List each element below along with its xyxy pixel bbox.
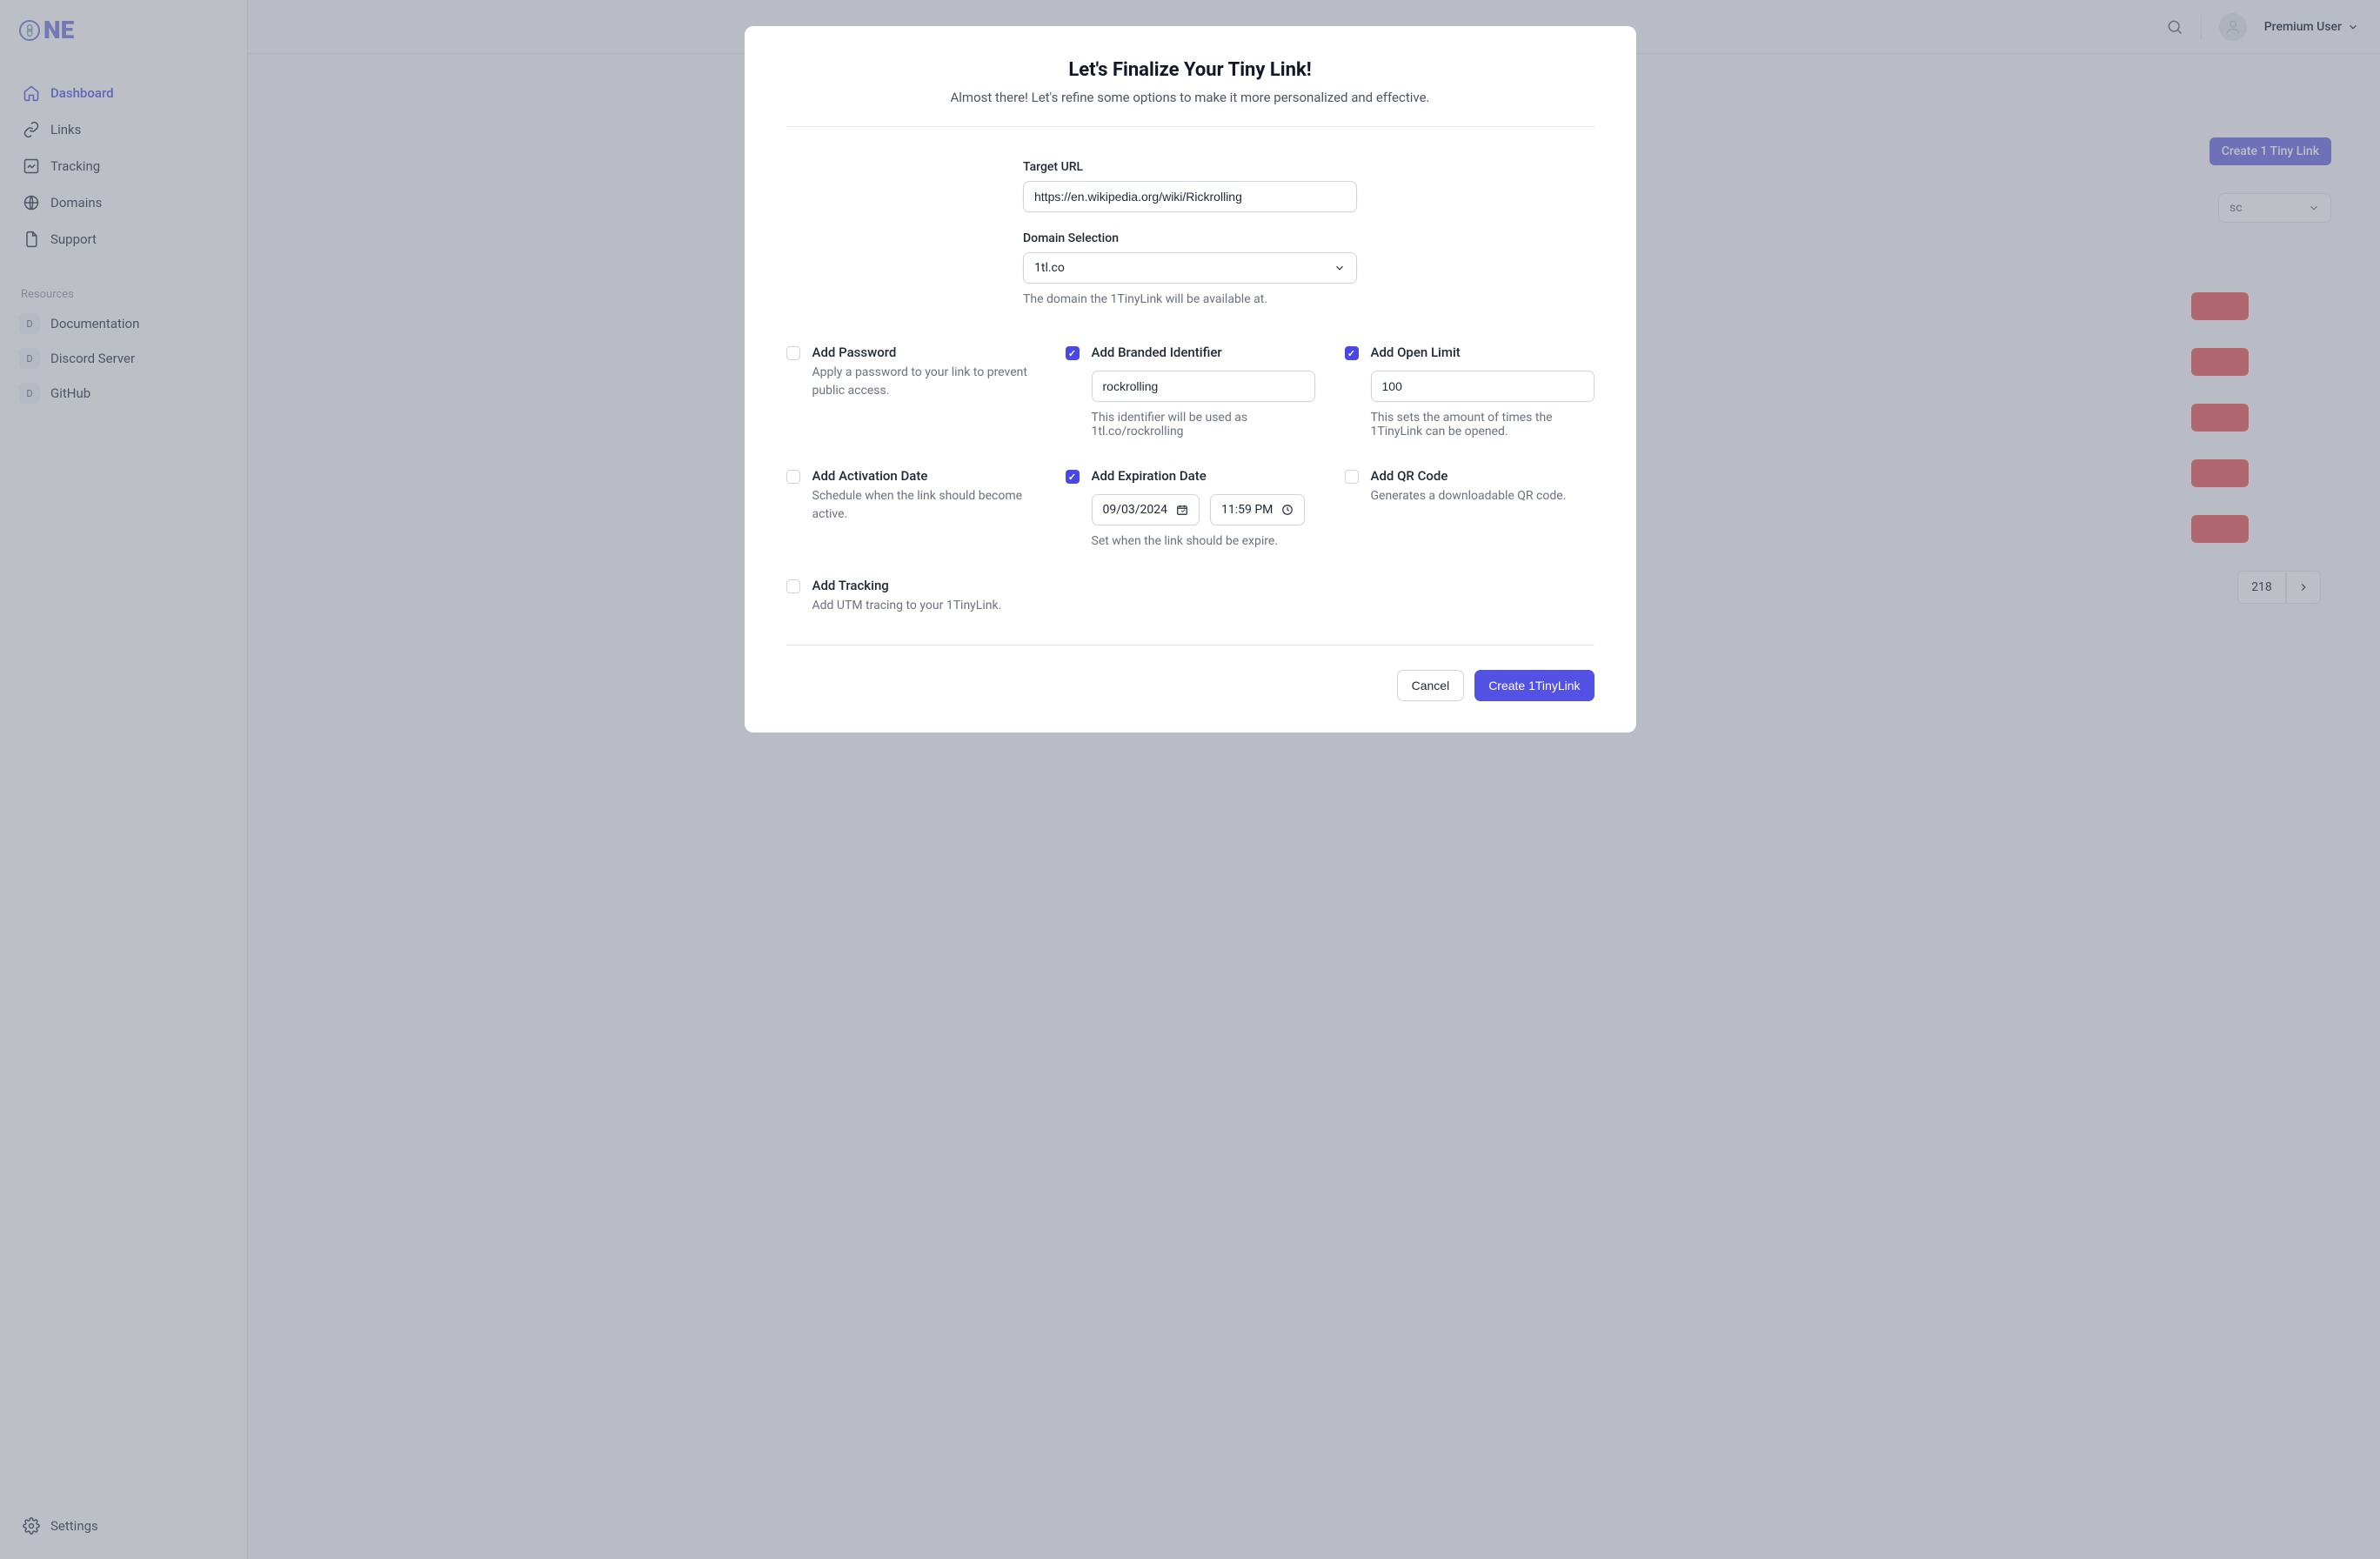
tracking-title: Add Tracking bbox=[812, 578, 1036, 593]
finalize-link-modal: Let's Finalize Your Tiny Link! Almost th… bbox=[745, 26, 1636, 733]
expiration-help: Set when the link should be expire. bbox=[1092, 534, 1315, 548]
open-limit-input[interactable] bbox=[1371, 371, 1594, 402]
modal-overlay[interactable]: Let's Finalize Your Tiny Link! Almost th… bbox=[0, 0, 2380, 1559]
target-url-label: Target URL bbox=[1023, 160, 1357, 174]
tracking-checkbox[interactable] bbox=[786, 579, 800, 593]
open-limit-title: Add Open Limit bbox=[1371, 345, 1594, 360]
expiration-date-input[interactable]: 09/03/2024 bbox=[1092, 494, 1200, 525]
open-limit-help: This sets the amount of times the 1TinyL… bbox=[1371, 411, 1594, 438]
create-button[interactable]: Create 1TinyLink bbox=[1474, 670, 1594, 701]
branded-title: Add Branded Identifier bbox=[1092, 345, 1315, 360]
qr-desc: Generates a downloadable QR code. bbox=[1371, 487, 1594, 505]
qr-title: Add QR Code bbox=[1371, 468, 1594, 484]
password-title: Add Password bbox=[812, 345, 1036, 360]
activation-title: Add Activation Date bbox=[812, 468, 1036, 484]
branded-checkbox[interactable] bbox=[1066, 346, 1080, 360]
domain-select[interactable]: 1tl.co bbox=[1023, 252, 1357, 284]
domain-label: Domain Selection bbox=[1023, 231, 1357, 245]
modal-subtitle: Almost there! Let's refine some options … bbox=[786, 90, 1594, 105]
chevron-down-icon bbox=[1334, 262, 1346, 274]
qr-checkbox[interactable] bbox=[1345, 470, 1359, 484]
cancel-button[interactable]: Cancel bbox=[1397, 670, 1465, 701]
tracking-desc: Add UTM tracing to your 1TinyLink. bbox=[812, 597, 1036, 615]
domain-help: The domain the 1TinyLink will be availab… bbox=[1023, 292, 1357, 306]
calendar-icon bbox=[1176, 504, 1188, 516]
activation-desc: Schedule when the link should become act… bbox=[812, 487, 1036, 524]
expiration-checkbox[interactable] bbox=[1066, 470, 1080, 484]
date-value: 09/03/2024 bbox=[1103, 503, 1168, 517]
expiration-title: Add Expiration Date bbox=[1092, 468, 1315, 484]
clock-icon bbox=[1281, 504, 1294, 516]
expiration-time-input[interactable]: 11:59 PM bbox=[1210, 494, 1305, 525]
target-url-input[interactable] bbox=[1023, 181, 1357, 212]
time-value: 11:59 PM bbox=[1221, 503, 1273, 517]
password-desc: Apply a password to your link to prevent… bbox=[812, 364, 1036, 400]
activation-checkbox[interactable] bbox=[786, 470, 800, 484]
domain-value: 1tl.co bbox=[1034, 261, 1065, 275]
open-limit-checkbox[interactable] bbox=[1345, 346, 1359, 360]
branded-input[interactable] bbox=[1092, 371, 1315, 402]
branded-help: This identifier will be used as 1tl.co/r… bbox=[1092, 411, 1315, 438]
password-checkbox[interactable] bbox=[786, 346, 800, 360]
modal-title: Let's Finalize Your Tiny Link! bbox=[786, 59, 1594, 81]
